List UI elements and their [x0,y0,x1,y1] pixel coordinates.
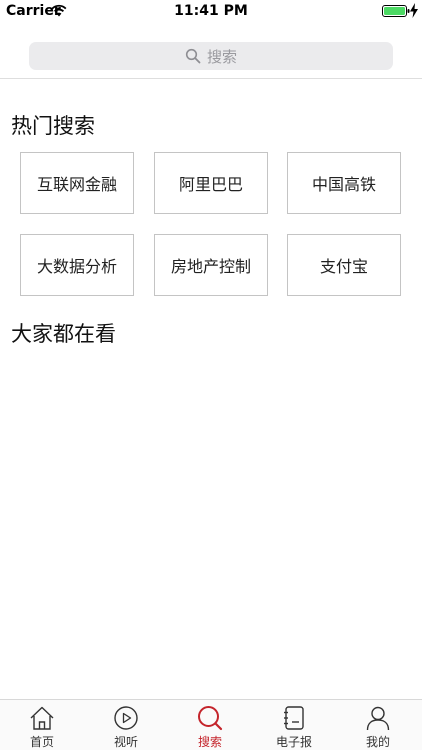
status-bar: Carrier 11:41 PM [0,0,422,22]
tab-epaper-label: 电子报 [275,735,312,749]
header-divider [0,78,422,79]
hot-search-tag[interactable]: 支付宝 [287,234,401,296]
hot-search-title: 热门搜索 [11,114,95,138]
search-placeholder: 搜索 [206,47,237,66]
hot-search-tag[interactable]: 房地产控制 [154,234,268,296]
battery-icon [382,5,410,17]
status-time: 11:41 PM [174,3,248,19]
everyone-watching-title: 大家都在看 [11,322,116,346]
charging-bolt-icon [410,3,418,18]
search-input[interactable]: 搜索 [29,42,393,70]
tab-video-label: 视听 [113,735,138,749]
person-icon [366,706,390,731]
tab-video[interactable]: 视听 [84,700,168,750]
tab-profile[interactable]: 我的 [336,700,420,750]
tab-search-label: 搜索 [197,735,222,749]
home-icon [30,706,54,730]
hot-search-tag[interactable]: 阿里巴巴 [154,152,268,214]
tab-home-label: 首页 [29,735,54,749]
hot-search-tag[interactable]: 大数据分析 [20,234,134,296]
search-icon [185,48,201,64]
search-icon [198,706,223,731]
tab-epaper[interactable]: 电子报 [252,700,336,750]
play-circle-icon [114,706,138,730]
hot-search-tag[interactable]: 中国高铁 [287,152,401,214]
tab-bar: 首页 视听 搜索 电子报 我的 [0,699,422,750]
hot-search-tag[interactable]: 互联网金融 [20,152,134,214]
tab-search[interactable]: 搜索 [168,700,252,750]
tab-profile-label: 我的 [365,735,390,749]
tab-home[interactable]: 首页 [0,700,84,750]
notebook-icon [284,706,304,730]
